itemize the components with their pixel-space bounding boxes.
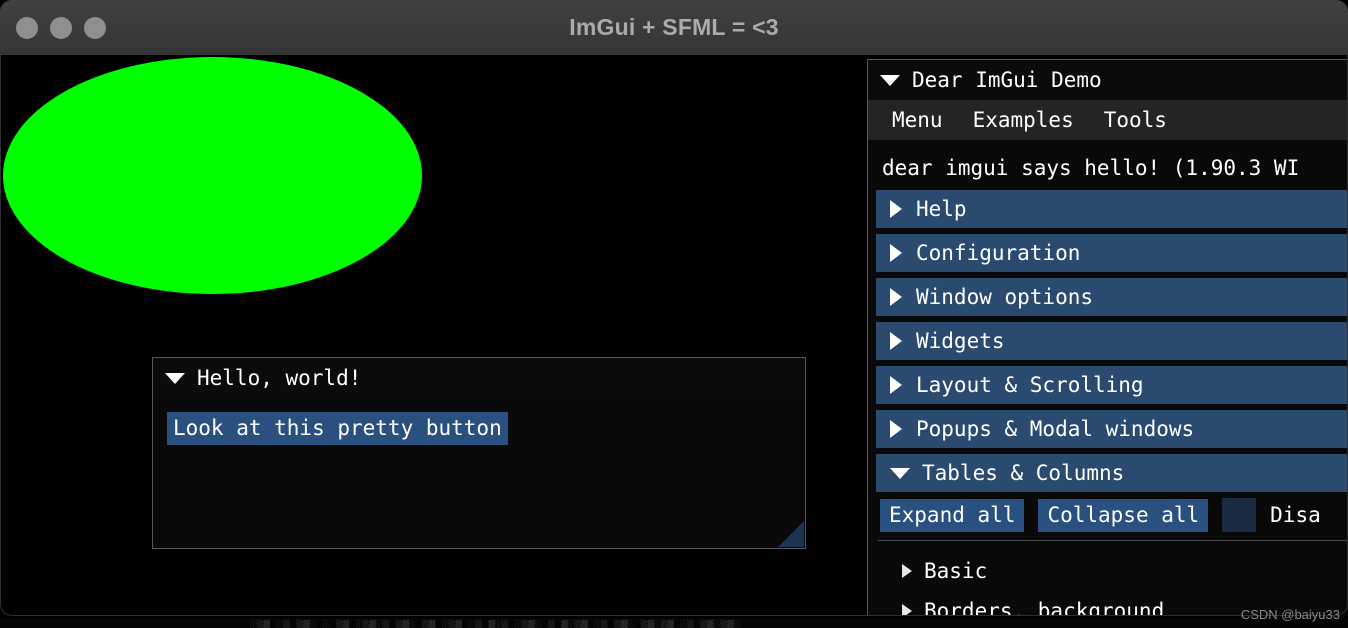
chevron-right-icon xyxy=(902,604,912,616)
tree-node-tables-columns[interactable]: Tables & Columns xyxy=(876,454,1348,492)
demo-window-title: Dear ImGui Demo xyxy=(912,68,1102,92)
chevron-down-icon xyxy=(890,467,910,479)
chevron-right-icon xyxy=(890,420,902,438)
tree-node-label: Configuration xyxy=(916,241,1081,265)
tree-node-label: Popups & Modal windows xyxy=(916,417,1195,441)
resize-grip-handle[interactable] xyxy=(778,521,804,547)
tree-node-label: Help xyxy=(916,197,967,221)
background-window-peek: ░▒▓ ░▒ ▒▓░ ░ ▒▓ ░▒▓░▒ ▒▓░ ▒▓ ░▒▓ ░▒ ▓░▒ … xyxy=(0,618,1348,628)
render-canvas: Hello, world! Look at this pretty button… xyxy=(0,55,1348,616)
chevron-right-icon xyxy=(890,244,902,262)
chevron-right-icon xyxy=(890,200,902,218)
demo-menu-bar: Menu Examples Tools xyxy=(868,100,1348,140)
chevron-right-icon xyxy=(890,376,902,394)
pretty-button[interactable]: Look at this pretty button xyxy=(167,412,508,445)
hello-window-body: Look at this pretty button xyxy=(153,398,805,445)
hello-window-title: Hello, world! xyxy=(197,366,362,390)
chevron-down-icon[interactable] xyxy=(880,74,900,86)
tree-node-label: Basic xyxy=(924,559,988,583)
os-title-bar: ImGui + SFML = <3 xyxy=(0,0,1348,55)
menu-item-tools[interactable]: Tools xyxy=(1094,106,1177,134)
collapse-all-button[interactable]: Collapse all xyxy=(1038,498,1209,532)
table-controls-row: Expand all Collapse all Disa xyxy=(868,498,1348,532)
tree-node-label: Window options xyxy=(916,285,1094,309)
chevron-down-icon[interactable] xyxy=(165,372,185,384)
green-ellipse-shape xyxy=(3,57,422,294)
tree-node-configuration[interactable]: Configuration xyxy=(876,234,1348,272)
chevron-right-icon xyxy=(890,332,902,350)
tree-node-layout-scrolling[interactable]: Layout & Scrolling xyxy=(876,366,1348,404)
tree-node-help[interactable]: Help xyxy=(876,190,1348,228)
expand-all-button[interactable]: Expand all xyxy=(880,498,1025,532)
chevron-right-icon xyxy=(890,288,902,306)
hello-window-title-bar[interactable]: Hello, world! xyxy=(153,358,805,398)
tree-node-label: Borders, background xyxy=(924,599,1165,616)
tree-node-window-options[interactable]: Window options xyxy=(876,278,1348,316)
dear-imgui-demo-window[interactable]: Dear ImGui Demo Menu Examples Tools dear… xyxy=(867,59,1348,616)
background-window-peek-text: ░▒▓ ░▒ ▒▓░ ░ ▒▓ ░▒▓░▒ ▒▓░ ▒▓ ░▒▓ ░▒ ▓░▒ … xyxy=(250,620,741,628)
tree-node-label: Layout & Scrolling xyxy=(916,373,1144,397)
menu-item-examples[interactable]: Examples xyxy=(963,106,1084,134)
tree-node-popups-modal-windows[interactable]: Popups & Modal windows xyxy=(876,410,1348,448)
demo-greeting-text: dear imgui says hello! (1.90.3 WI xyxy=(882,156,1300,180)
disable-indent-label: Disa xyxy=(1270,503,1321,527)
tree-node-widgets[interactable]: Widgets xyxy=(876,322,1348,360)
disable-indent-checkbox[interactable] xyxy=(1222,498,1257,532)
tree-node-basic[interactable]: Basic xyxy=(868,551,1348,591)
hello-world-window[interactable]: Hello, world! Look at this pretty button xyxy=(152,357,806,549)
demo-window-title-bar[interactable]: Dear ImGui Demo xyxy=(868,60,1348,100)
menu-item-menu[interactable]: Menu xyxy=(882,106,953,134)
tree-node-label: Widgets xyxy=(916,329,1005,353)
tree-node-label: Tables & Columns xyxy=(922,461,1125,485)
chevron-right-icon xyxy=(902,564,912,578)
csdn-watermark: CSDN @baiyu33 xyxy=(1240,607,1340,622)
os-window-title: ImGui + SFML = <3 xyxy=(569,14,779,40)
demo-window-body: dear imgui says hello! (1.90.3 WI Help C… xyxy=(868,140,1348,616)
separator-line xyxy=(878,540,1348,541)
application-window: ImGui + SFML = <3 Hello, world! Look at … xyxy=(0,0,1348,628)
